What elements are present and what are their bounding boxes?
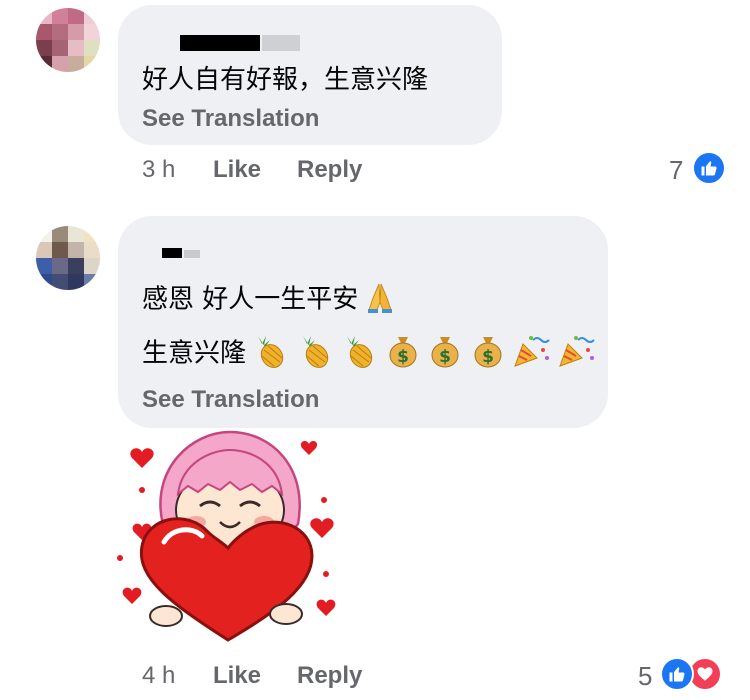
comment-timestamp[interactable]: 3 h — [142, 156, 175, 184]
comment-line-2: 生意兴隆 $ $ $ — [142, 334, 596, 370]
like-button[interactable]: Like — [213, 156, 261, 184]
pineapple-emoji — [295, 334, 335, 373]
folded-hands-emoji — [363, 280, 397, 319]
see-translation-link[interactable]: See Translation — [142, 386, 319, 414]
svg-text:$: $ — [397, 347, 409, 367]
comment-bubble: 好人自有好報，生意兴隆 See Translation — [118, 5, 502, 145]
comment-timestamp[interactable]: 4 h — [142, 662, 175, 690]
commenter-name-redacted[interactable] — [162, 248, 182, 258]
money-bag-emoji: $ — [384, 334, 422, 373]
svg-text:$: $ — [482, 347, 494, 367]
comment-text: 生意兴隆 — [142, 338, 247, 369]
like-button[interactable]: Like — [213, 662, 261, 690]
reaction-count[interactable]: 7 — [669, 155, 683, 186]
comment-text: 好人自有好報，生意兴隆 — [142, 65, 429, 95]
comment-text: 感恩 好人一生平安 — [142, 284, 359, 315]
like-icon[interactable] — [660, 657, 694, 691]
comment-bubble: 感恩 好人一生平安 生意兴隆 $ $ $ See Translation — [118, 216, 608, 428]
svg-text:$: $ — [439, 347, 451, 367]
comment-line-1: 感恩 好人一生平安 — [142, 280, 397, 314]
money-bag-emoji: $ — [469, 334, 507, 373]
money-bag-emoji: $ — [426, 334, 464, 373]
comment-1: 好人自有好報，生意兴隆 See Translation 3 h Like Rep… — [0, 0, 750, 200]
commenter-name-redacted-faint — [262, 35, 300, 51]
pineapple-emoji — [250, 334, 290, 373]
commenter-name-redacted[interactable] — [180, 35, 260, 51]
avatar[interactable] — [36, 226, 100, 290]
party-popper-emoji — [511, 334, 551, 373]
reply-button[interactable]: Reply — [297, 156, 362, 184]
reply-button[interactable]: Reply — [297, 662, 362, 690]
pineapple-emoji — [339, 334, 379, 373]
heart-girl-sticker[interactable] — [112, 428, 344, 654]
avatar[interactable] — [36, 8, 100, 72]
party-popper-emoji — [556, 334, 596, 373]
comment-2: 感恩 好人一生平安 生意兴隆 $ $ $ See Translation 4 h… — [0, 200, 750, 700]
see-translation-link[interactable]: See Translation — [142, 105, 319, 133]
commenter-name-redacted-faint — [184, 250, 200, 258]
like-icon[interactable] — [692, 151, 726, 185]
reaction-count[interactable]: 5 — [638, 661, 652, 692]
